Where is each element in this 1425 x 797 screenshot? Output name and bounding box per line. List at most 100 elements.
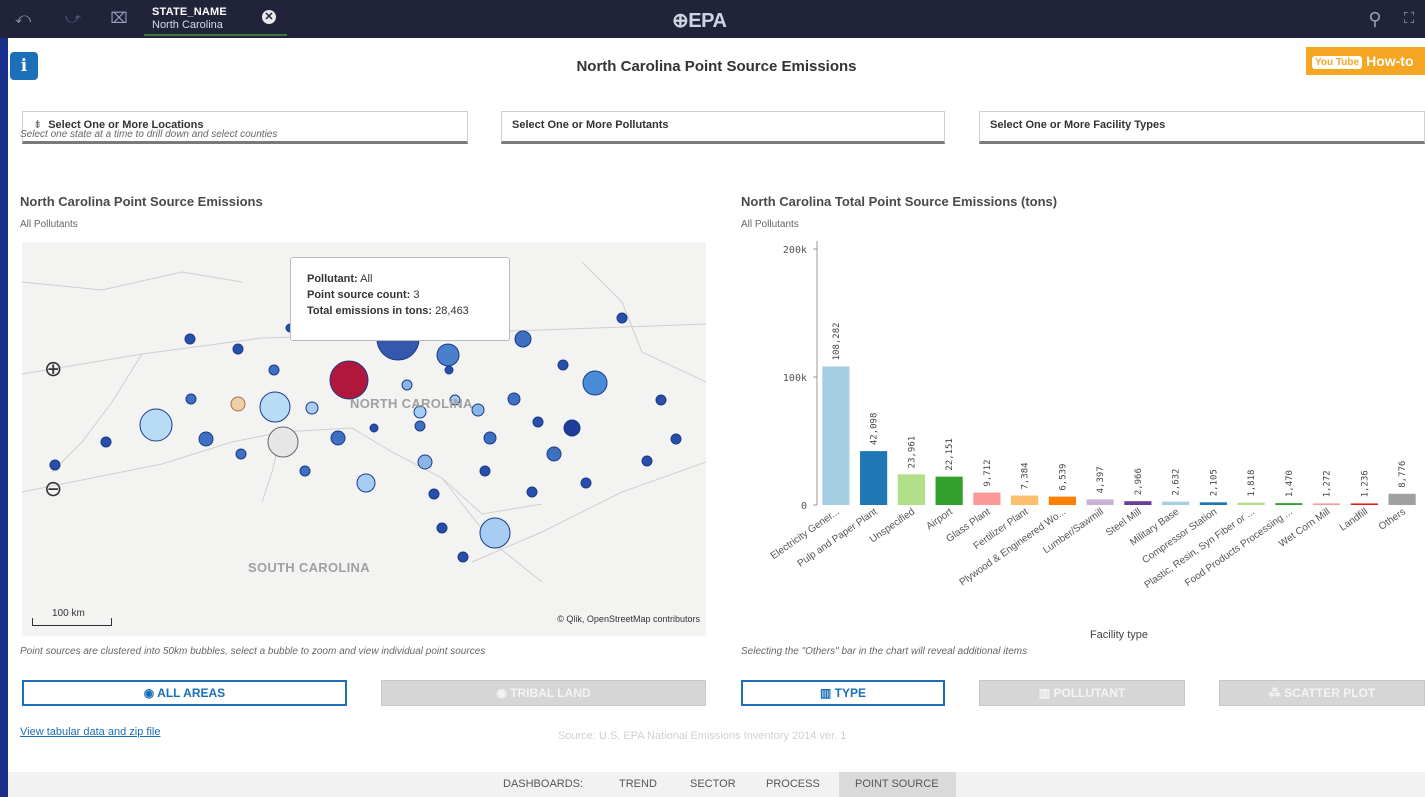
- tab-trend[interactable]: TREND: [619, 778, 657, 790]
- map-bubble[interactable]: [580, 477, 592, 489]
- type-button[interactable]: ▥ TYPE: [741, 680, 945, 706]
- map-bubble[interactable]: [428, 488, 440, 500]
- y-tick-label: 200k: [783, 245, 807, 256]
- bar[interactable]: [1086, 499, 1114, 505]
- map-bubble[interactable]: [670, 433, 682, 445]
- selections-tool-icon[interactable]: ⛶: [1398, 10, 1420, 28]
- map-bubble[interactable]: [563, 419, 581, 437]
- bar[interactable]: [973, 492, 1001, 505]
- epa-logo: ⊕EPA: [672, 10, 727, 32]
- map-bubble[interactable]: [299, 465, 311, 477]
- howto-button[interactable]: You Tube How-to: [1306, 47, 1425, 75]
- map-tooltip: Pollutant: All Point source count: 3 Tot…: [290, 257, 510, 341]
- bar[interactable]: [1048, 496, 1076, 505]
- y-tick-label: 100k: [783, 373, 807, 384]
- map-bubble[interactable]: [641, 455, 653, 467]
- pollutant-label: POLLUTANT: [1053, 686, 1126, 700]
- bar[interactable]: [1162, 501, 1190, 505]
- map-bubble[interactable]: [479, 517, 511, 549]
- forward-selection-icon[interactable]: ⤻: [62, 10, 84, 28]
- map-attribution: © Qlik, OpenStreetMap contributors: [557, 614, 700, 624]
- map-bubble[interactable]: [582, 370, 608, 396]
- bar-chart-icon: ▥: [1038, 686, 1051, 700]
- scatter-plot-button[interactable]: ⁂ SCATTER PLOT: [1219, 680, 1425, 706]
- clear-selection-icon[interactable]: ✕: [262, 10, 276, 24]
- back-selection-icon[interactable]: ⤺: [12, 10, 34, 28]
- map-bubble[interactable]: [49, 459, 61, 471]
- map-bubble[interactable]: [305, 401, 319, 415]
- map-bubble[interactable]: [356, 473, 376, 493]
- map-bubble[interactable]: [557, 359, 569, 371]
- tab-process[interactable]: PROCESS: [766, 778, 820, 790]
- facility-types-filter[interactable]: Select One or More Facility Types: [979, 111, 1425, 144]
- map-bubble[interactable]: [414, 420, 426, 432]
- bar[interactable]: [822, 366, 850, 505]
- tribal-land-button[interactable]: ◉ TRIBAL LAND: [381, 680, 706, 706]
- map-bubble[interactable]: [514, 330, 532, 348]
- map-bubble[interactable]: [268, 364, 280, 376]
- map-bubble[interactable]: [100, 436, 112, 448]
- map-bubble[interactable]: [526, 486, 538, 498]
- pollutants-filter[interactable]: Select One or More Pollutants: [501, 111, 945, 144]
- selection-value: North Carolina: [152, 19, 223, 31]
- map-bubble[interactable]: [655, 394, 667, 406]
- map-bubble[interactable]: [479, 465, 491, 477]
- bar[interactable]: [1199, 502, 1227, 505]
- tab-sector[interactable]: SECTOR: [690, 778, 736, 790]
- bar[interactable]: [1388, 493, 1416, 505]
- bar[interactable]: [1350, 503, 1378, 505]
- map-bubble[interactable]: [139, 408, 173, 442]
- pollutant-button[interactable]: ▥ POLLUTANT: [979, 680, 1185, 706]
- all-areas-button[interactable]: ◉ ALL AREAS: [22, 680, 347, 706]
- map-bubble[interactable]: [457, 551, 469, 563]
- map-bubble[interactable]: [235, 448, 247, 460]
- map-bubble[interactable]: [329, 360, 369, 400]
- map-bubble[interactable]: [436, 343, 460, 367]
- map-bubble[interactable]: [546, 446, 562, 462]
- emissions-map[interactable]: ⊕ ⊖ NORTH CAROLINA SOUTH CAROLINA Pollut…: [22, 242, 706, 636]
- map-bubble[interactable]: [259, 391, 291, 423]
- map-bubble[interactable]: [507, 392, 521, 406]
- bar-value-label: 2,105: [1209, 469, 1219, 496]
- map-bubble[interactable]: [369, 423, 379, 433]
- map-bubble[interactable]: [330, 430, 346, 446]
- map-bubble[interactable]: [198, 431, 214, 447]
- globe-icon: ◉: [143, 686, 155, 700]
- bar-value-label: 1,236: [1360, 470, 1370, 497]
- bar[interactable]: [935, 476, 963, 505]
- bar-value-label: 2,966: [1134, 468, 1144, 495]
- map-bubble[interactable]: [532, 416, 544, 428]
- map-bubble[interactable]: [483, 431, 497, 445]
- map-bubble[interactable]: [232, 343, 244, 355]
- tab-point-source[interactable]: POINT SOURCE: [855, 778, 939, 790]
- search-icon[interactable]: ⚲: [1364, 10, 1386, 28]
- tooltip-total: Total emissions in tons: 28,463: [307, 305, 469, 317]
- bar[interactable]: [1237, 502, 1265, 505]
- coastline: [471, 461, 706, 563]
- type-label: TYPE: [834, 686, 867, 700]
- map-bubble[interactable]: [184, 333, 196, 345]
- map-bubble[interactable]: [267, 426, 299, 458]
- bar[interactable]: [1313, 503, 1341, 505]
- map-bubble[interactable]: [230, 396, 246, 412]
- map-bubble[interactable]: [436, 522, 448, 534]
- map-bubble[interactable]: [616, 312, 628, 324]
- bar-chart-title: North Carolina Total Point Source Emissi…: [741, 194, 1058, 209]
- zoom-out-icon[interactable]: ⊖: [44, 476, 70, 502]
- map-bubble[interactable]: [417, 454, 433, 470]
- bar-chart[interactable]: 200k100k0108,282Electricity Gener...42,0…: [741, 234, 1425, 644]
- tabular-data-link[interactable]: View tabular data and zip file: [20, 726, 160, 738]
- bar[interactable]: [860, 451, 888, 505]
- bar[interactable]: [1124, 501, 1152, 505]
- zoom-in-icon[interactable]: ⊕: [44, 356, 70, 382]
- map-bubble[interactable]: [444, 365, 454, 375]
- bar[interactable]: [1011, 495, 1039, 505]
- clear-selections-icon[interactable]: ⌧: [108, 10, 130, 28]
- map-bubble[interactable]: [471, 403, 485, 417]
- map-bubble[interactable]: [401, 379, 413, 391]
- bar[interactable]: [897, 474, 925, 505]
- selection-chip[interactable]: STATE_NAME North Carolina ✕: [144, 4, 287, 36]
- bar[interactable]: [1275, 503, 1303, 505]
- map-bubble[interactable]: [185, 393, 197, 405]
- source-note: Source: U.S. EPA National Emissions Inve…: [558, 730, 847, 742]
